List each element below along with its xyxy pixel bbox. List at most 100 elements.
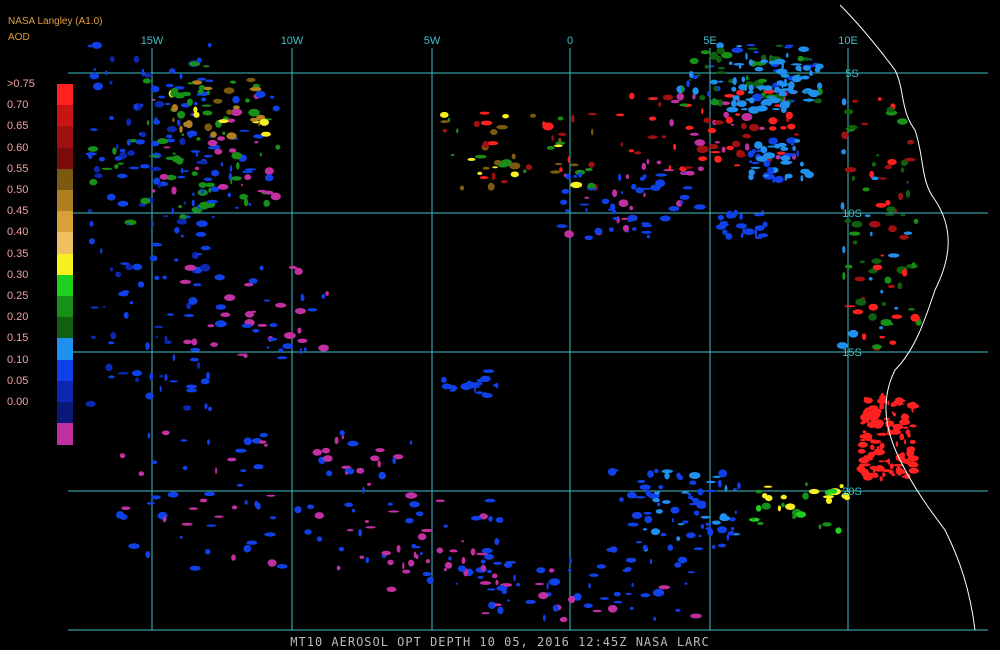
aod-pixel (183, 201, 187, 205)
aod-pixel (880, 289, 884, 294)
aod-pixel (162, 275, 167, 280)
aod-pixel (181, 522, 193, 526)
aod-pixel (599, 597, 610, 600)
aod-pixel (495, 517, 504, 523)
aod-pixel (601, 198, 610, 204)
aod-pixel (467, 157, 476, 161)
aod-pixel (253, 464, 264, 470)
aod-pixel (808, 488, 820, 495)
aod-pixel (851, 175, 856, 181)
legend-label: 0.40 (7, 226, 29, 239)
aod-pixel (109, 56, 115, 62)
aod-pixel (261, 131, 271, 137)
aod-pixel (250, 117, 259, 122)
aod-pixel (644, 515, 653, 524)
aod-pixel (165, 83, 174, 88)
aod-pixel (704, 64, 710, 69)
aod-pixel (180, 439, 188, 442)
aod-pixel (242, 170, 253, 174)
aod-pixel (440, 111, 449, 118)
aod-pixel (657, 502, 661, 507)
aod-pixel (215, 304, 226, 310)
legend-label: 0.15 (7, 332, 29, 345)
aod-pixel (171, 207, 174, 215)
aod-pixel (785, 52, 789, 58)
aod-pixel (179, 535, 183, 539)
aod-pixel (492, 166, 498, 169)
aod-pixel (351, 508, 356, 513)
aod-pixel (899, 419, 911, 426)
aod-pixel (122, 290, 130, 294)
aod-pixel (177, 119, 181, 126)
aod-pixel (795, 65, 802, 71)
aod-pixel (872, 264, 883, 271)
aod-pixel (300, 295, 305, 302)
aod-pixel (91, 41, 103, 49)
aod-pixel (509, 162, 521, 170)
aod-pixel (870, 417, 877, 424)
aod-pixel (201, 104, 212, 107)
aod-pixel (307, 308, 318, 312)
aod-pixel (228, 172, 233, 181)
aod-pixel (802, 492, 809, 500)
aod-pixel (266, 346, 270, 349)
aod-pixel (571, 114, 575, 123)
aod-pixel (699, 95, 706, 101)
aod-pixel (871, 258, 882, 264)
aod-pixel (875, 202, 887, 208)
aod-pixel (149, 166, 162, 172)
aod-pixel (408, 559, 415, 567)
aod-pixel (757, 521, 764, 526)
aod-pixel (246, 540, 258, 545)
aod-pixel (482, 369, 495, 373)
lon-label: 5W (424, 35, 441, 47)
aod-pixel (878, 460, 885, 463)
aod-pixel (583, 603, 593, 608)
aod-pixel (180, 91, 192, 97)
aod-pixel (559, 167, 563, 173)
aod-pixel (872, 344, 882, 350)
aod-pixel (905, 189, 911, 198)
aod-pixel (907, 139, 915, 145)
aod-pixel (210, 131, 217, 138)
legend-swatch (57, 190, 73, 212)
aod-pixel (85, 400, 96, 407)
aod-pixel (435, 499, 446, 503)
legend-label: 0.10 (7, 353, 29, 366)
aod-pixel (859, 260, 866, 264)
aod-pixel (903, 426, 909, 429)
aod-pixel (387, 510, 400, 513)
aod-pixel (448, 556, 452, 561)
aod-pixel (174, 258, 179, 262)
aod-pixel (857, 441, 868, 448)
aod-pixel (684, 582, 688, 585)
aod-pixel (726, 534, 730, 541)
aod-pixel (210, 342, 219, 347)
aod-pixel (108, 341, 115, 345)
aod-pixel (204, 403, 208, 410)
aod-pixel (625, 592, 632, 596)
aod-pixel (501, 589, 507, 595)
aod-pixel (536, 567, 546, 574)
aod-pixel (911, 262, 916, 269)
aod-pixel (700, 524, 705, 529)
aod-pixel (235, 448, 247, 453)
aod-pixel (375, 448, 385, 453)
aod-pixel (767, 166, 774, 174)
aod-pixel (239, 129, 250, 132)
aod-pixel (910, 313, 920, 322)
aod-pixel (861, 333, 867, 341)
aod-pixel (179, 137, 186, 146)
aod-pixel (186, 98, 193, 107)
aod-pixel (123, 311, 129, 319)
aod-pixel (729, 517, 736, 522)
aod-pixel (471, 515, 482, 521)
aod-pixel (217, 183, 229, 190)
aod-pixel (119, 514, 128, 520)
aod-pixel (241, 183, 243, 187)
aod-pixel (481, 547, 493, 554)
aod-pixel (234, 206, 239, 209)
aod-pixel (367, 482, 372, 486)
aod-pixel (565, 173, 572, 180)
aod-pixel (500, 180, 508, 184)
